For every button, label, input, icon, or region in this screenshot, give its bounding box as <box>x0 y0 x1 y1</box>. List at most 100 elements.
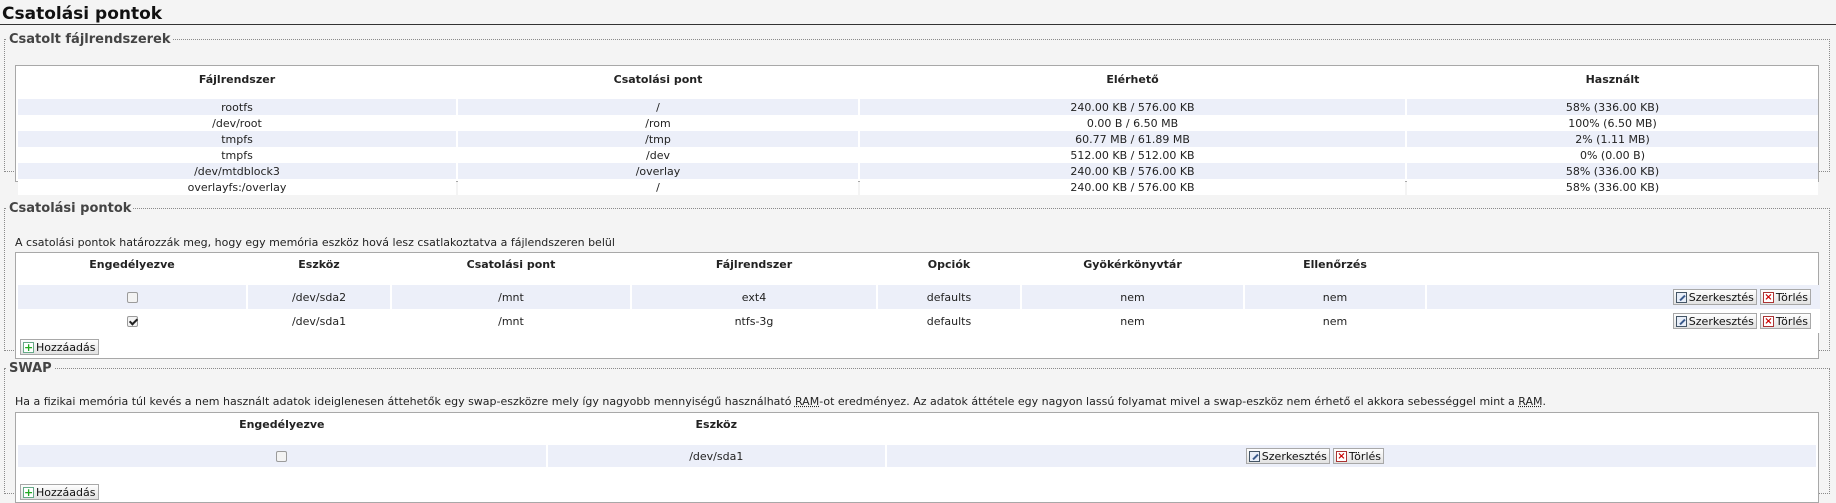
mountpoint-cell: /mnt <box>392 285 630 309</box>
table-row: tmpfs /dev 512.00 KB / 512.00 KB 0% (0.0… <box>18 147 1818 163</box>
mountpoints-section: Csatolási pontok A csatolási pontok hatá… <box>4 201 1830 359</box>
column-header-available: Elérhető <box>1106 72 1159 86</box>
available-cell: 0.00 B / 6.50 MB <box>860 115 1405 131</box>
edit-icon <box>1675 315 1687 327</box>
ram-abbr: RAM <box>1518 395 1543 408</box>
column-header-enabled: Engedélyezve <box>89 257 175 271</box>
column-header-filesystem: Fájlrendszer <box>715 257 793 271</box>
mounted-filesystems-legend: Csatolt fájlrendszerek <box>9 32 171 47</box>
used-cell: 58% (336.00 KB) <box>1407 179 1818 195</box>
swap-desc-text: -ot eredményez. Az adatok áttétele egy n… <box>819 395 1519 408</box>
page-title: Csatolási pontok <box>0 0 1836 25</box>
table-row: tmpfs /tmp 60.77 MB / 61.89 MB 2% (1.11 … <box>18 131 1818 147</box>
edit-button[interactable]: Szerkesztés <box>1672 313 1757 329</box>
actions-cell: Szerkesztés × Törlés <box>1427 309 1820 333</box>
table-row: rootfs / 240.00 KB / 576.00 KB 58% (336.… <box>18 99 1818 115</box>
mountpoint-cell: / <box>458 99 858 115</box>
edit-button-label: Szerkesztés <box>1688 314 1754 328</box>
edit-icon <box>1248 450 1260 462</box>
column-header-device: Eszköz <box>298 257 340 271</box>
table-row: overlayfs:/overlay / 240.00 KB / 576.00 … <box>18 179 1818 195</box>
swap-desc-text: Ha a fizikai memória túl kevés a nem has… <box>15 395 795 408</box>
used-cell: 58% (336.00 KB) <box>1407 99 1818 115</box>
device-cell: /dev/sda1 <box>248 309 390 333</box>
mounted-filesystems-section: Csatolt fájlrendszerek Fájlrendszer Csat… <box>4 32 1830 195</box>
delete-button[interactable]: × Törlés <box>1759 313 1811 329</box>
column-header-actions <box>887 417 1816 431</box>
add-button-label: Hozzáadás <box>36 485 96 499</box>
options-cell: defaults <box>878 285 1020 309</box>
mounted-filesystems-table-box: Fájlrendszer Csatolási pont Elérhető Has… <box>15 65 1819 195</box>
delete-button-label: Törlés <box>1775 290 1808 304</box>
edit-button[interactable]: Szerkesztés <box>1672 289 1757 305</box>
column-header-check: Ellenőrzés <box>1303 257 1367 271</box>
delete-button-label: Törlés <box>1348 449 1381 463</box>
column-header-device: Eszköz <box>695 417 737 431</box>
mountpoints-legend: Csatolási pontok <box>9 201 132 216</box>
table-row: /dev/root /rom 0.00 B / 6.50 MB 100% (6.… <box>18 115 1818 131</box>
mountpoints-table-box: Engedélyezve Eszköz Csatolási pont Fájlr… <box>15 252 1822 359</box>
table-row: /dev/sda2 /mnt ext4 defaults nem nem Sze… <box>18 285 1820 309</box>
mountpoints-table: Engedélyezve Eszköz Csatolási pont Fájlr… <box>16 257 1822 333</box>
add-icon: + <box>23 340 34 354</box>
column-header-options: Opciók <box>927 257 971 271</box>
enabled-cell <box>18 285 246 309</box>
edit-button-label: Szerkesztés <box>1261 449 1327 463</box>
device-cell: /dev/sda1 <box>547 445 885 467</box>
used-cell: 58% (336.00 KB) <box>1407 163 1818 179</box>
available-cell: 240.00 KB / 576.00 KB <box>860 163 1405 179</box>
mountpoints-description: A csatolási pontok határozzák meg, hogy … <box>15 236 615 249</box>
enabled-checkbox[interactable] <box>276 451 288 462</box>
table-row: /dev/sda1 /mnt ntfs-3g defaults nem nem … <box>18 309 1820 333</box>
delete-icon: × <box>1762 291 1774 303</box>
available-cell: 512.00 KB / 512.00 KB <box>860 147 1405 163</box>
used-cell: 0% (0.00 B) <box>1407 147 1818 163</box>
swap-section: SWAP Ha a fizikai memória túl kevés a ne… <box>4 361 1830 503</box>
add-icon: + <box>23 485 34 499</box>
used-cell: 2% (1.11 MB) <box>1407 131 1818 147</box>
actions-cell: Szerkesztés × Törlés <box>1427 285 1820 309</box>
column-header-filesystem: Fájlrendszer <box>198 72 276 86</box>
filesystem-cell: rootfs <box>18 99 456 115</box>
root-cell: nem <box>1022 285 1243 309</box>
enabled-checkbox[interactable] <box>126 316 138 327</box>
device-cell: /dev/sda2 <box>248 285 390 309</box>
filesystem-cell: overlayfs:/overlay <box>18 179 456 195</box>
delete-button[interactable]: × Törlés <box>1332 448 1384 464</box>
mountpoint-cell: /overlay <box>458 163 858 179</box>
actions-cell: Szerkesztés × Törlés <box>886 445 1816 467</box>
available-cell: 60.77 MB / 61.89 MB <box>860 131 1405 147</box>
column-header-root: Gyökérkönyvtár <box>1083 257 1182 271</box>
mountpoint-cell: / <box>458 179 858 195</box>
delete-button[interactable]: × Törlés <box>1759 289 1811 305</box>
column-header-mountpoint: Csatolási pont <box>466 257 556 271</box>
column-header-used: Használt <box>1585 72 1640 86</box>
swap-table-box: Engedélyezve Eszköz /dev/sda1 Szerkeszté… <box>15 412 1819 503</box>
column-header-mountpoint: Csatolási pont <box>613 72 703 86</box>
filesystem-cell: ntfs-3g <box>632 309 876 333</box>
table-row: /dev/sda1 Szerkesztés × Törlés <box>18 445 1816 467</box>
mounted-filesystems-table: Fájlrendszer Csatolási pont Elérhető Has… <box>16 72 1820 195</box>
enabled-checkbox[interactable] <box>126 292 138 303</box>
add-mountpoint-button[interactable]: + Hozzáadás <box>20 339 99 355</box>
swap-desc-text: . <box>1542 395 1546 408</box>
table-row: /dev/mtdblock3 /overlay 240.00 KB / 576.… <box>18 163 1818 179</box>
edit-icon <box>1675 291 1687 303</box>
filesystem-cell: ext4 <box>632 285 876 309</box>
ram-abbr: RAM <box>794 395 820 408</box>
filesystem-cell: tmpfs <box>18 131 456 147</box>
options-cell: defaults <box>878 309 1020 333</box>
check-cell: nem <box>1245 285 1425 309</box>
delete-icon: × <box>1762 315 1774 327</box>
add-swap-button[interactable]: + Hozzáadás <box>20 484 99 500</box>
column-header-enabled: Engedélyezve <box>239 417 325 431</box>
add-button-label: Hozzáadás <box>36 340 96 354</box>
filesystem-cell: /dev/mtdblock3 <box>18 163 456 179</box>
filesystem-cell: tmpfs <box>18 147 456 163</box>
root-cell: nem <box>1022 309 1243 333</box>
enabled-cell <box>18 445 546 467</box>
available-cell: 240.00 KB / 576.00 KB <box>860 179 1405 195</box>
edit-button[interactable]: Szerkesztés <box>1245 448 1330 464</box>
mountpoint-cell: /tmp <box>458 131 858 147</box>
mountpoint-cell: /mnt <box>392 309 630 333</box>
